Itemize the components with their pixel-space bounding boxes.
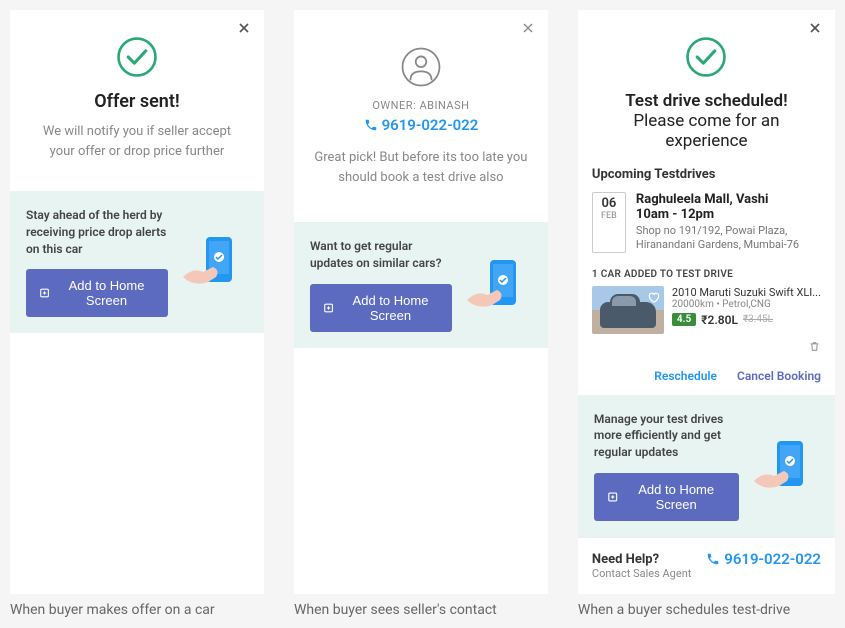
help-phone-link[interactable]: 9619-022-022 <box>706 550 821 568</box>
hand-phone-illustration <box>178 232 248 292</box>
card-caption: When buyer sees seller's contact <box>294 602 548 618</box>
heart-icon[interactable] <box>647 289 661 308</box>
location-address: Shop no 191/192, Powai Plaza, Hiranandan… <box>636 224 821 253</box>
cars-added-label: 1 CAR ADDED TO TEST DRIVE <box>578 263 835 286</box>
add-to-home-screen-button[interactable]: Add to Home Screen <box>594 473 739 521</box>
promo-text: Manage your test drives more efficiently… <box>594 411 739 461</box>
promo-banner: Manage your test drives more efficiently… <box>578 395 835 537</box>
user-icon <box>399 45 443 89</box>
date-day: 06 <box>593 196 625 211</box>
close-icon[interactable] <box>520 20 536 40</box>
upcoming-title: Upcoming Testdrives <box>578 167 835 192</box>
reschedule-link[interactable]: Reschedule <box>654 369 717 383</box>
offer-sent-card: Offer sent! We will notify you if seller… <box>10 10 264 594</box>
rating-badge: 4.5 <box>672 313 696 326</box>
owner-label: OWNER: ABINASH <box>314 99 528 112</box>
hand-phone-illustration <box>749 436 819 496</box>
date-month: FEB <box>593 211 625 221</box>
location-name: Raghuleela Mall, Vashi <box>636 192 821 207</box>
help-phone-number: 9619-022-022 <box>724 550 821 568</box>
card-caption: When buyer makes offer on a car <box>10 602 264 618</box>
test-drive-card: Test drive scheduled! Please come for an… <box>578 10 835 594</box>
car-old-price: ₹3.45L <box>743 314 773 325</box>
car-name: 2010 Maruti Suzuki Swift XLI... <box>672 286 821 299</box>
cancel-booking-link[interactable]: Cancel Booking <box>737 369 821 383</box>
promo-banner: Want to get regular updates on similar c… <box>294 222 548 348</box>
owner-phone-number: 9619-022-022 <box>382 116 479 134</box>
modal-subtitle: We will notify you if seller accept your… <box>30 122 244 161</box>
close-icon[interactable] <box>807 20 823 40</box>
add-to-home-screen-button[interactable]: Add to Home Screen <box>310 284 452 332</box>
help-section: Need Help? Contact Sales Agent 9619-022-… <box>578 537 835 594</box>
time-slot: 10am - 12pm <box>636 207 821 222</box>
car-meta: 20000km • Petrol,CNG <box>672 299 821 310</box>
date-badge: 06 FEB <box>592 192 626 253</box>
a2hs-label: Add to Home Screen <box>57 278 156 308</box>
modal-title: Offer sent! <box>30 91 244 112</box>
help-title: Need Help? <box>592 552 691 567</box>
close-icon[interactable] <box>236 20 252 40</box>
car-thumbnail <box>592 286 664 334</box>
owner-phone-link[interactable]: 9619-022-022 <box>364 116 479 134</box>
hand-phone-illustration <box>462 255 532 315</box>
promo-text: Stay ahead of the herd by receiving pric… <box>26 207 168 257</box>
check-circle-icon <box>115 35 159 79</box>
a2hs-label: Add to Home Screen <box>341 293 440 323</box>
add-to-home-screen-button[interactable]: Add to Home Screen <box>26 269 168 317</box>
card-caption: When a buyer schedules test-drive <box>578 602 835 618</box>
contact-card: OWNER: ABINASH 9619-022-022 Great pick! … <box>294 10 548 594</box>
a2hs-label: Add to Home Screen <box>625 482 727 512</box>
car-list-item: 2010 Maruti Suzuki Swift XLI... 20000km … <box>578 286 835 338</box>
modal-title: Test drive scheduled! Please come for an… <box>598 91 815 151</box>
appointment-row: 06 FEB Raghuleela Mall, Vashi 10am - 12p… <box>578 192 835 263</box>
car-price: ₹2.80L <box>701 313 738 327</box>
promo-banner: Stay ahead of the herd by receiving pric… <box>10 191 264 333</box>
help-subtitle: Contact Sales Agent <box>592 567 691 580</box>
promo-text: Want to get regular updates on similar c… <box>310 238 452 272</box>
modal-subtitle: Great pick! But before its too late you … <box>314 148 528 187</box>
trash-icon[interactable] <box>808 338 821 357</box>
check-circle-icon <box>684 35 728 79</box>
